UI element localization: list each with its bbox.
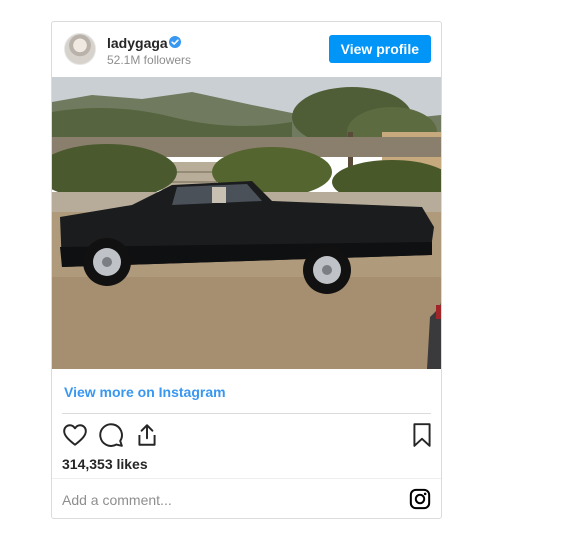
verified-badge-icon (169, 36, 181, 48)
instagram-embed-card: ladygaga 52.1M followers View profile Vi… (51, 21, 442, 519)
post-header: ladygaga 52.1M followers View profile (52, 22, 441, 77)
comment-input[interactable] (62, 490, 362, 510)
post-photo[interactable] (52, 77, 441, 369)
view-profile-button[interactable]: View profile (328, 35, 431, 63)
bookmark-icon[interactable] (409, 422, 435, 448)
heart-icon[interactable] (62, 422, 88, 448)
share-icon[interactable] (134, 422, 160, 448)
instagram-icon[interactable] (409, 488, 431, 510)
username[interactable]: ladygaga (107, 35, 168, 51)
photo-image (52, 77, 441, 369)
avatar[interactable] (64, 33, 96, 65)
divider (62, 413, 431, 414)
follower-count: 52.1M followers (107, 53, 192, 67)
like-count[interactable]: 314,353 likes (62, 456, 148, 472)
view-more-link[interactable]: View more on Instagram (64, 384, 226, 400)
comment-divider (52, 478, 441, 479)
comment-icon[interactable] (98, 422, 124, 448)
